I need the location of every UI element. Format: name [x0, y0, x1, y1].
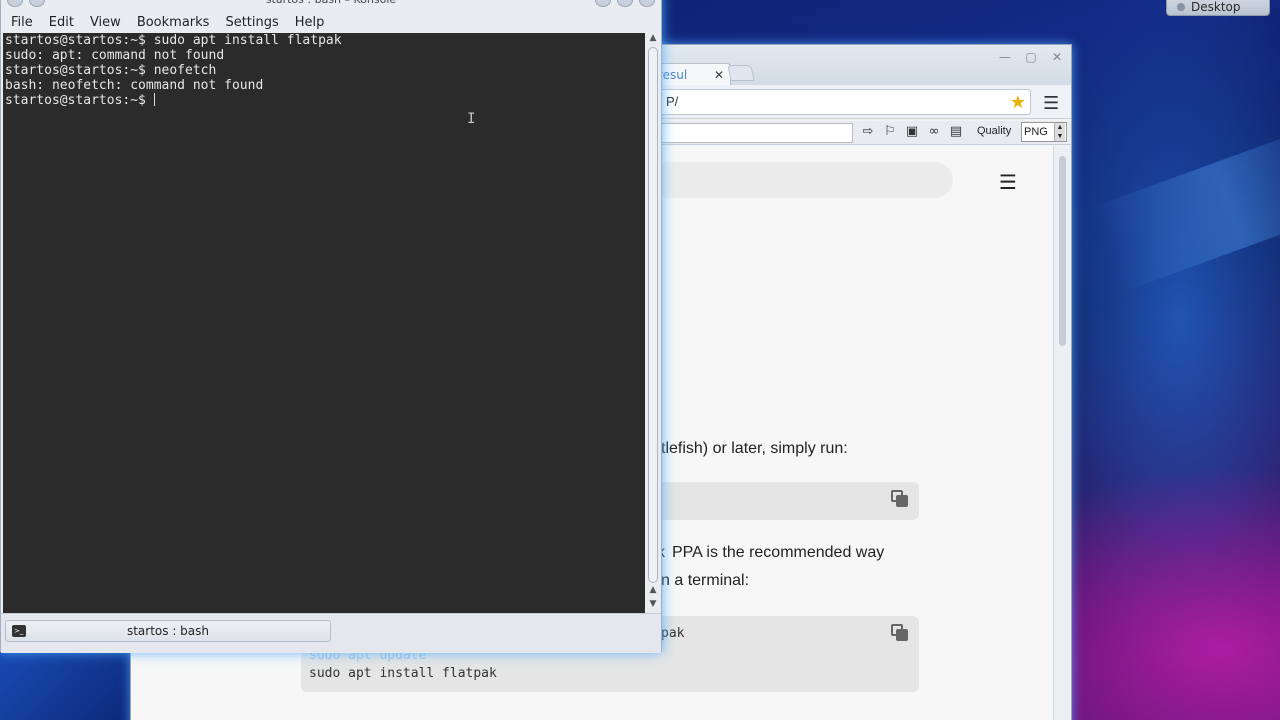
copy-icon[interactable]: [891, 490, 909, 508]
terminal-line: sudo: apt: command not found: [5, 48, 225, 63]
terminal-icon: >_: [12, 625, 26, 637]
new-tab-button[interactable]: [727, 65, 755, 81]
konsole-scroll-track[interactable]: [648, 47, 658, 583]
scroll-down-icon[interactable]: ▼: [647, 599, 659, 611]
konsole-window: startos : bash – Konsole File Edit View …: [0, 0, 662, 653]
quality-label: Quality: [977, 125, 1012, 137]
text-cursor: [153, 93, 155, 106]
browser-scrollbar[interactable]: [1053, 146, 1071, 720]
code-line-partial: pak: [661, 626, 685, 641]
desktop-button-label: Desktop: [1191, 0, 1241, 14]
tab-close-icon[interactable]: ✕: [714, 64, 724, 86]
mouse-ibeam-icon: I: [467, 111, 476, 127]
terminal-prompt: startos@startos:~$: [5, 93, 154, 108]
copy-icon-2[interactable]: [891, 624, 909, 642]
scroll-up-icon-2[interactable]: ▲: [647, 585, 659, 597]
format-select-value: PNG: [1024, 126, 1048, 138]
go-arrow-icon[interactable]: ⇨: [859, 123, 877, 141]
desktop-button[interactable]: Desktop: [1166, 0, 1270, 16]
minimize-icon[interactable]: —: [995, 49, 1015, 65]
terminal-prompt-line: startos@startos:~$: [5, 93, 643, 108]
browser-tab[interactable]: resul ✕: [651, 63, 731, 85]
maximize-icon[interactable]: ▢: [1021, 49, 1041, 65]
menu-bookmarks[interactable]: Bookmarks: [129, 13, 218, 33]
paragraph-3: n a terminal:: [661, 572, 750, 589]
page-bookmark-icon[interactable]: ▣: [903, 123, 921, 141]
format-select[interactable]: PNG ▲ ▼: [1021, 122, 1067, 142]
code-line-install: sudo apt install flatpak: [309, 666, 497, 681]
close-icon[interactable]: ✕: [1047, 49, 1067, 65]
clipboard-icon[interactable]: ▤: [947, 123, 965, 141]
terminal-line: bash: neofetch: command not found: [5, 78, 264, 93]
menu-help[interactable]: Help: [287, 13, 333, 33]
spin-arrows-icon[interactable]: ▲ ▼: [1054, 123, 1065, 141]
url-text: P/: [666, 94, 679, 109]
konsole-tab[interactable]: >_ startos : bash: [5, 620, 331, 642]
binoculars-icon[interactable]: ∞: [925, 123, 943, 141]
paragraph-1: tlefish) or later, simply run:: [661, 440, 848, 457]
menu-view[interactable]: View: [82, 13, 129, 33]
menu-settings[interactable]: Settings: [217, 13, 286, 33]
browser-menu-icon[interactable]: ☰: [1043, 93, 1059, 114]
konsole-scrollbar[interactable]: ▲ ▲ ▼: [645, 33, 661, 613]
menu-file[interactable]: File: [1, 13, 41, 33]
browser-scroll-thumb[interactable]: [1059, 156, 1066, 346]
menu-edit[interactable]: Edit: [41, 13, 82, 33]
konsole-tabbar: >_ startos : bash: [1, 613, 661, 653]
paragraph-2: PPA is the recommended way: [672, 544, 885, 561]
konsole-menubar: File Edit View Bookmarks Settings Help: [1, 13, 661, 33]
browser-tab-label: resul: [658, 68, 688, 82]
terminal-line: startos@startos:~$ neofetch: [5, 63, 217, 78]
bookmark-icon[interactable]: ⚐: [881, 123, 899, 141]
bookmark-star-icon[interactable]: ★: [1010, 92, 1026, 112]
konsole-tab-label: startos : bash: [126, 624, 210, 638]
terminal-line: startos@startos:~$ sudo apt install flat…: [5, 33, 342, 48]
hamburger-menu-icon[interactable]: ☰: [999, 170, 1017, 194]
desktop-dot-icon: [1177, 3, 1185, 11]
terminal-output[interactable]: startos@startos:~$ sudo apt install flat…: [3, 33, 645, 613]
konsole-title: startos : bash – Konsole: [1, 0, 661, 11]
scroll-up-icon[interactable]: ▲: [647, 33, 659, 45]
